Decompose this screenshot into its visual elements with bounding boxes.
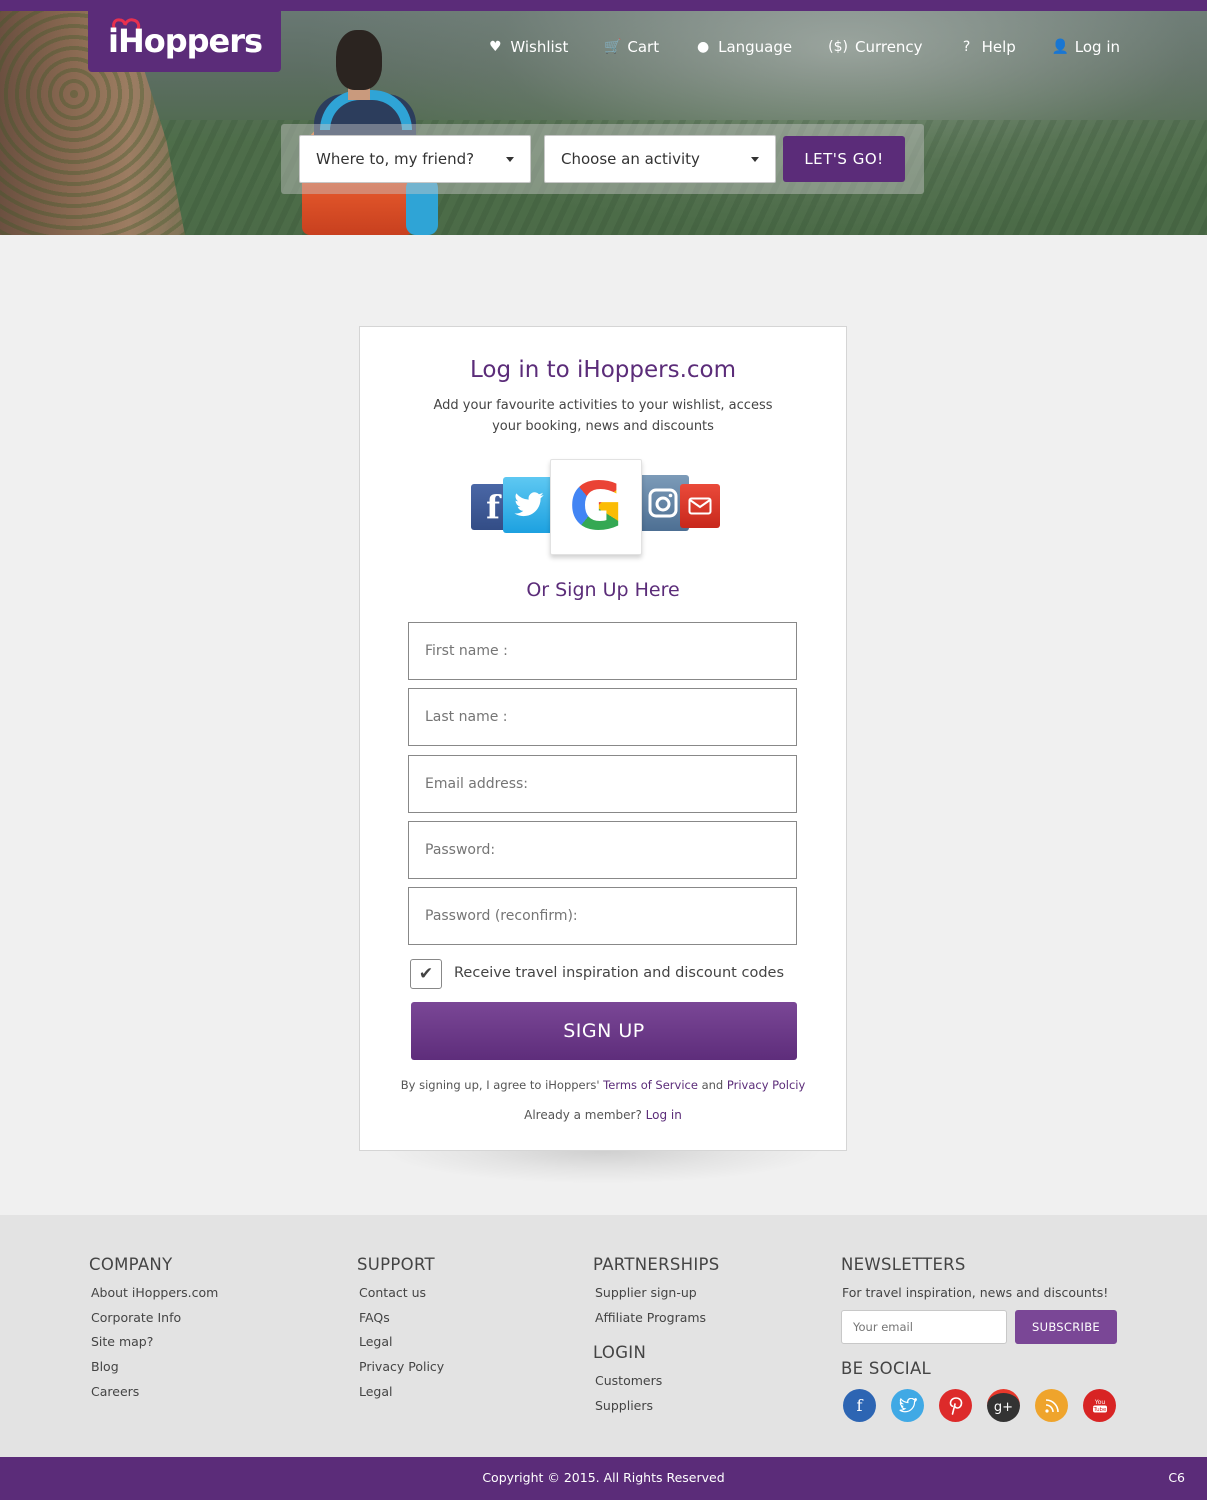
- logo[interactable]: iHoppers: [88, 0, 281, 72]
- footer-link[interactable]: Customers: [593, 1373, 720, 1398]
- question-icon: ?: [962, 39, 971, 55]
- google-login-icon[interactable]: G: [550, 459, 642, 555]
- caret-down-icon: [751, 156, 759, 162]
- sign-up-button[interactable]: SIGN UP: [411, 1002, 797, 1060]
- user-icon: 👤: [1051, 39, 1070, 55]
- footer-link[interactable]: Site map?: [89, 1334, 218, 1359]
- google-plus-icon[interactable]: g+: [987, 1389, 1020, 1422]
- nav-login[interactable]: 👤 Log in: [1052, 38, 1120, 56]
- youtube-icon[interactable]: You Tube: [1083, 1389, 1116, 1422]
- twitter-login-icon[interactable]: [503, 477, 555, 533]
- password-confirm-input[interactable]: [408, 887, 797, 945]
- svg-text:You: You: [1093, 1399, 1105, 1406]
- terms-text: By signing up, I agree to iHoppers' Term…: [400, 1078, 806, 1092]
- card-title: Log in to iHoppers.com: [469, 357, 737, 383]
- footer-link[interactable]: About iHoppers.com: [89, 1285, 218, 1310]
- twitter-icon[interactable]: [891, 1389, 924, 1422]
- footer-heading: PARTNERSHIPS: [593, 1255, 720, 1274]
- top-nav: ♥ Wishlist 🛒 Cart ● Language ($) Currency ? H…: [451, 38, 1120, 56]
- nav-help[interactable]: ? Help: [959, 38, 1016, 56]
- footer-heading: SUPPORT: [357, 1255, 435, 1274]
- footer-heading: LOGIN: [593, 1343, 647, 1363]
- terms-of-service-link[interactable]: Terms of Service: [603, 1078, 698, 1092]
- footer-link[interactable]: Contact us: [357, 1285, 444, 1310]
- footer-link[interactable]: Legal: [357, 1334, 444, 1359]
- nav-wishlist[interactable]: ♥ Wishlist: [487, 38, 568, 56]
- social-login-row: f G: [470, 459, 730, 555]
- nav-language[interactable]: ● Language: [695, 38, 792, 56]
- footer-link[interactable]: Blog: [89, 1359, 218, 1384]
- lets-go-button[interactable]: LET'S GO!: [783, 136, 905, 182]
- svg-text:Tube: Tube: [1092, 1407, 1107, 1413]
- footer-link[interactable]: Legal: [357, 1384, 444, 1409]
- email-input[interactable]: [408, 755, 797, 813]
- footer-link[interactable]: Affiliate Programs: [593, 1310, 720, 1335]
- footer: COMPANY About iHoppers.com Corporate Inf…: [0, 1215, 1207, 1457]
- social-icons: f g+ You Tube: [841, 1389, 1117, 1422]
- heart-icon: ♥: [489, 39, 502, 55]
- newsletter-checkbox[interactable]: ✔: [410, 959, 442, 989]
- footer-link[interactable]: Supplier sign-up: [593, 1285, 720, 1310]
- footer-link[interactable]: FAQs: [357, 1310, 444, 1335]
- footer-heading: NEWSLETTERS: [841, 1255, 966, 1274]
- password-input[interactable]: [408, 821, 797, 879]
- footer-partnerships: PARTNERSHIPS Supplier sign-up Affiliate …: [593, 1255, 720, 1423]
- footer-support: SUPPORT Contact us FAQs Legal Privacy Po…: [357, 1255, 444, 1408]
- email-login-icon[interactable]: [680, 484, 720, 528]
- login-card: Log in to iHoppers.com Add your favourit…: [359, 326, 847, 1151]
- caret-down-icon: [506, 156, 514, 162]
- already-member-text: Already a member? Log in: [524, 1108, 682, 1122]
- footer-link[interactable]: Privacy Policy: [357, 1359, 444, 1384]
- copyright-bar: Copyright © 2015. All Rights Reserved C6: [0, 1457, 1207, 1500]
- login-link[interactable]: Log in: [646, 1108, 682, 1122]
- pinterest-icon[interactable]: [939, 1389, 972, 1422]
- logo-text: iHoppers: [108, 22, 263, 60]
- footer-heading: COMPANY: [89, 1255, 173, 1274]
- newsletter-checkbox-label: Receive travel inspiration and discount …: [454, 965, 785, 981]
- last-name-input[interactable]: [408, 688, 797, 746]
- be-social-heading: BE SOCIAL: [841, 1359, 932, 1378]
- facebook-icon[interactable]: f: [843, 1389, 876, 1422]
- cart-icon: 🛒: [604, 39, 622, 55]
- activity-select[interactable]: Choose an activity: [544, 135, 776, 183]
- nav-cart[interactable]: 🛒 Cart: [604, 38, 659, 56]
- footer-company: COMPANY About iHoppers.com Corporate Inf…: [89, 1255, 218, 1408]
- destination-select[interactable]: Where to, my friend?: [299, 135, 531, 183]
- first-name-input[interactable]: [408, 622, 797, 680]
- footer-link[interactable]: Suppliers: [593, 1398, 720, 1423]
- checkmark-icon: ✔: [418, 964, 434, 984]
- search-bar: Where to, my friend? Choose an activity …: [281, 124, 924, 194]
- hero-header: iHoppers ♥ Wishlist 🛒 Cart ● Language ($) Cu…: [0, 0, 1207, 235]
- footer-link[interactable]: Corporate Info: [89, 1310, 218, 1335]
- subscribe-button[interactable]: SUBSCRIBE: [1015, 1310, 1117, 1344]
- rss-icon[interactable]: [1035, 1389, 1068, 1422]
- or-signup-heading: Or Sign Up Here: [526, 579, 680, 601]
- footer-link[interactable]: Careers: [89, 1384, 218, 1409]
- privacy-policy-link[interactable]: Privacy Polciy: [727, 1078, 805, 1092]
- page-code: C6: [1168, 1470, 1185, 1485]
- globe-icon: ●: [696, 39, 710, 55]
- card-subtitle: Add your favourite activities to your wi…: [433, 398, 773, 434]
- dollar-icon: ($): [828, 39, 848, 55]
- card-shadow: [380, 1150, 826, 1184]
- nav-currency[interactable]: ($) Currency: [828, 38, 922, 56]
- newsletter-text: For travel inspiration, news and discoun…: [842, 1285, 1109, 1300]
- copyright-text: Copyright © 2015. All Rights Reserved: [482, 1470, 725, 1485]
- newsletter-email-input[interactable]: [841, 1310, 1007, 1344]
- newsletter-form: SUBSCRIBE: [841, 1310, 1117, 1344]
- footer-newsletters: NEWSLETTERS For travel inspiration, news…: [841, 1255, 1117, 1422]
